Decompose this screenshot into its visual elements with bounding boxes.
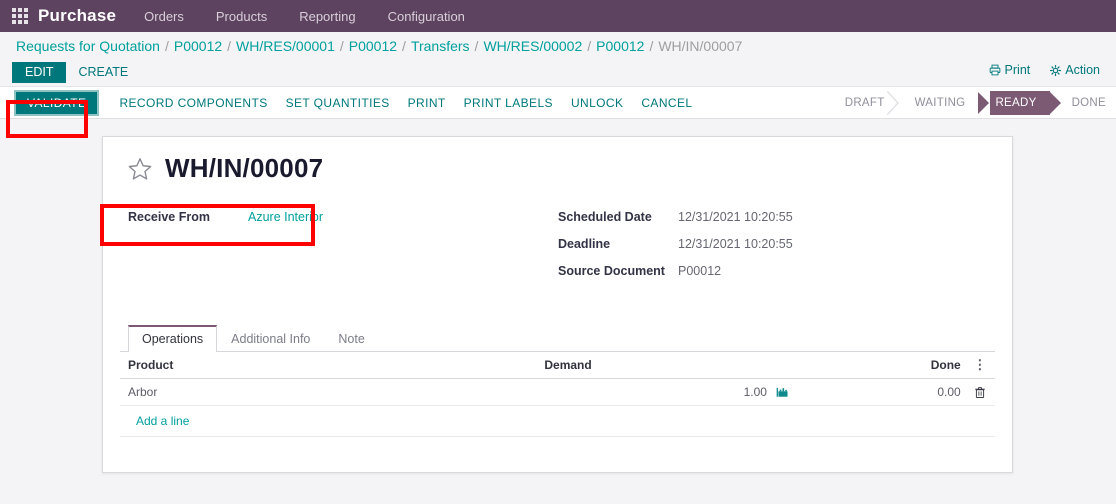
set-quantities-button[interactable]: SET QUANTITIES	[277, 92, 399, 114]
field-value-source-document[interactable]: P00012	[678, 264, 721, 278]
column-header-demand[interactable]: Demand	[544, 352, 797, 379]
print-labels-button[interactable]: PRINT LABELS	[455, 92, 562, 114]
vertical-dots-icon: ⋮	[973, 357, 987, 372]
breadcrumb-separator: /	[649, 37, 654, 54]
record-title-row: WH/IN/00007	[127, 153, 996, 184]
app-brand-purchase[interactable]: Purchase	[38, 6, 116, 26]
table-header-row: Product Demand Done ⋮	[120, 352, 995, 379]
breadcrumb-item-p00012-3[interactable]: P00012	[596, 38, 644, 54]
field-label-receive-from: Receive From	[128, 210, 210, 224]
status-stage-waiting[interactable]: WAITING	[898, 91, 979, 115]
tab-operations[interactable]: Operations	[128, 325, 218, 352]
field-group-right: Scheduled Date 12/31/2021 10:20:55 Deadl…	[558, 210, 978, 291]
status-stage-label: DONE	[1071, 97, 1106, 109]
cell-product[interactable]: Arbor	[120, 378, 545, 406]
add-a-line-button[interactable]: Add a line	[128, 408, 197, 434]
breadcrumb: Requests for Quotation / P00012 / WH/RES…	[0, 32, 1116, 59]
printer-icon	[989, 64, 1001, 76]
breadcrumb-item-p00012-1[interactable]: P00012	[174, 38, 222, 54]
field-receive-from: Receive From Azure Interior	[128, 210, 558, 229]
field-label-deadline: Deadline	[558, 237, 611, 251]
breadcrumb-item-transfers[interactable]: Transfers	[411, 38, 470, 54]
trash-icon[interactable]	[974, 386, 986, 399]
field-group-left: Receive From Azure Interior	[128, 210, 558, 291]
record-sheet: WH/IN/00007 Receive From Azure Interior …	[102, 136, 1013, 473]
control-panel-actions: Print Action	[989, 63, 1100, 77]
column-header-product[interactable]: Product	[120, 352, 545, 379]
column-header-done[interactable]: Done	[796, 352, 969, 379]
chevron-left-notch-icon	[977, 91, 991, 115]
validate-button[interactable]: VALIDATE	[14, 89, 100, 116]
status-pipeline: DRAFT WAITING READY DONE	[828, 91, 1112, 115]
field-deadline: Deadline 12/31/2021 10:20:55	[558, 237, 978, 256]
create-button[interactable]: CREATE	[66, 62, 140, 84]
field-scheduled-date: Scheduled Date 12/31/2021 10:20:55	[558, 210, 978, 229]
breadcrumb-item-p00012-2[interactable]: P00012	[349, 38, 397, 54]
breadcrumb-separator: /	[227, 37, 232, 54]
table-row[interactable]: Arbor 1.00 0.00	[120, 378, 995, 406]
cell-demand[interactable]: 1.00	[544, 378, 797, 406]
star-outline-icon[interactable]	[127, 156, 153, 182]
cell-demand-value: 1.00	[743, 385, 767, 399]
status-stage-draft[interactable]: DRAFT	[828, 91, 899, 115]
print-label: Print	[1004, 63, 1031, 77]
record-components-button[interactable]: RECORD COMPONENTS	[110, 92, 276, 114]
breadcrumb-separator: /	[402, 37, 406, 54]
nav-menu-orders[interactable]: Orders	[144, 9, 184, 24]
operations-line-table: Product Demand Done ⋮ Arbor 1.00 0.00 Ad…	[120, 352, 995, 437]
status-stage-label: READY	[995, 97, 1037, 109]
add-line-row: Add a line	[120, 405, 995, 437]
nav-menu-configuration[interactable]: Configuration	[388, 9, 465, 24]
cancel-button[interactable]: CANCEL	[632, 92, 701, 114]
breadcrumb-separator: /	[474, 37, 479, 54]
status-stage-label: WAITING	[914, 97, 966, 109]
breadcrumb-separator: /	[339, 37, 344, 54]
field-source-document: Source Document P00012	[558, 264, 978, 283]
breadcrumb-item-wh-res-00001[interactable]: WH/RES/00001	[236, 38, 335, 54]
status-stage-done[interactable]: DONE	[1050, 91, 1112, 115]
field-value-receive-from[interactable]: Azure Interior	[248, 210, 323, 224]
field-value-deadline[interactable]: 12/31/2021 10:20:55	[678, 237, 793, 251]
field-value-scheduled-date[interactable]: 12/31/2021 10:20:55	[678, 210, 793, 224]
breadcrumb-separator: /	[164, 37, 169, 54]
cell-delete[interactable]	[968, 378, 995, 406]
apps-grid-icon[interactable]	[12, 8, 28, 24]
field-label-source-document: Source Document	[558, 264, 665, 278]
print-button[interactable]: PRINT	[399, 92, 455, 114]
tab-additional-info[interactable]: Additional Info	[217, 325, 324, 352]
nav-menu-reporting[interactable]: Reporting	[299, 9, 355, 24]
edit-button[interactable]: EDIT	[12, 61, 67, 84]
print-menu-button[interactable]: Print	[989, 63, 1031, 77]
detailed-operations-icon[interactable]	[776, 386, 789, 399]
unlock-button[interactable]: UNLOCK	[562, 92, 632, 114]
control-panel: EDIT CREATE Print Action	[0, 59, 1116, 86]
status-stage-label: DRAFT	[844, 97, 885, 109]
action-label: Action	[1065, 63, 1100, 77]
action-menu-button[interactable]: Action	[1050, 63, 1100, 77]
gear-icon	[1050, 64, 1062, 76]
nav-menu-products[interactable]: Products	[216, 9, 267, 24]
notebook: Operations Additional Info Note Product …	[119, 324, 996, 437]
field-label-scheduled-date: Scheduled Date	[558, 210, 652, 224]
form-view-background: WH/IN/00007 Receive From Azure Interior …	[0, 136, 1116, 504]
field-groups: Receive From Azure Interior Scheduled Da…	[119, 210, 996, 291]
page-title: WH/IN/00007	[165, 153, 324, 183]
breadcrumb-separator: /	[587, 37, 592, 54]
cell-done[interactable]: 0.00	[796, 378, 969, 406]
optional-columns-toggle[interactable]: ⋮	[968, 352, 995, 379]
action-button-bar: VALIDATE RECORD COMPONENTS SET QUANTITIE…	[0, 86, 1116, 119]
breadcrumb-item-requests-for-quotation[interactable]: Requests for Quotation	[16, 38, 160, 54]
breadcrumb-item-current: WH/IN/00007	[658, 37, 743, 54]
breadcrumb-item-wh-res-00002[interactable]: WH/RES/00002	[483, 38, 582, 54]
top-navbar: Purchase Orders Products Reporting Confi…	[0, 0, 1116, 32]
status-stage-ready[interactable]: READY	[977, 91, 1061, 115]
notebook-tabs: Operations Additional Info Note	[120, 324, 995, 352]
tab-note[interactable]: Note	[324, 325, 378, 352]
